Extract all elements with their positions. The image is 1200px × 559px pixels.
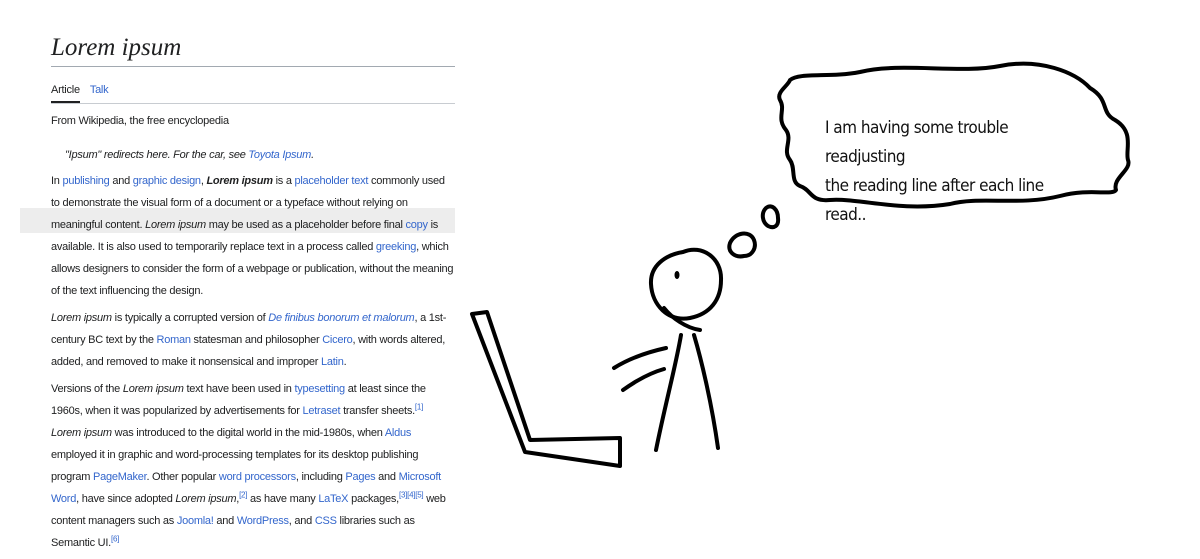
link-toyota-ipsum[interactable]: Toyota Ipsum (248, 149, 311, 161)
page-title: Lorem ipsum (51, 32, 455, 67)
tab-talk[interactable]: Talk (90, 79, 109, 103)
paragraph-3: Versions of the Lorem ipsum text have be… (51, 383, 446, 549)
link-greeking[interactable]: greeking (376, 241, 416, 253)
body-line (654, 333, 683, 452)
tab-article[interactable]: Article (51, 79, 80, 103)
link-publishing[interactable]: publishing (62, 175, 109, 187)
ref-2[interactable]: [2] (239, 490, 247, 499)
paragraph-2: Lorem ipsum is typically a corrupted ver… (51, 312, 447, 368)
link-latex[interactable]: LaTeX (318, 493, 348, 505)
thought-bubble-small-icon (760, 204, 781, 230)
link-cicero[interactable]: Cicero (322, 334, 353, 346)
link-pages[interactable]: Pages (345, 471, 375, 483)
link-aldus[interactable]: Aldus (385, 427, 412, 439)
thought-bubble-medium-icon (727, 231, 757, 259)
paragraph-1: In publishing and graphic design, Lorem … (51, 175, 454, 297)
stick-figure-drawing (470, 61, 1131, 468)
article-tabs: Article Talk (51, 79, 455, 104)
leg-line (692, 333, 720, 450)
head-icon (649, 247, 724, 321)
link-placeholder-text[interactable]: placeholder text (295, 175, 369, 187)
link-copy[interactable]: copy (406, 219, 429, 231)
eye-icon (674, 271, 680, 279)
link-latin[interactable]: Latin (321, 356, 344, 368)
thought-line-2: the reading line after each line read.. (825, 176, 1044, 225)
ref-6[interactable]: [6] (111, 534, 119, 543)
link-roman[interactable]: Roman (157, 334, 191, 346)
link-css[interactable]: CSS (315, 515, 337, 527)
arm-line-upper (612, 346, 668, 370)
ref-1[interactable]: [1] (415, 402, 423, 411)
arm-line-lower (621, 367, 666, 392)
link-joomla[interactable]: Joomla! (177, 515, 214, 527)
thought-text: I am having some trouble readjusting the… (825, 114, 1068, 230)
wikipedia-article: Lorem ipsum Article Talk From Wikipedia,… (51, 22, 455, 559)
link-typesetting[interactable]: typesetting (294, 383, 345, 395)
laptop-icon (470, 310, 622, 468)
link-pagemaker[interactable]: PageMaker (93, 471, 147, 483)
hatnote: "Ipsum" redirects here. For the car, see… (65, 149, 314, 161)
link-de-finibus[interactable]: De finibus bonorum et malorum (268, 312, 414, 324)
bold-term: Lorem ipsum (206, 175, 273, 187)
link-wordpress[interactable]: WordPress (237, 515, 289, 527)
link-word-processors[interactable]: word processors (219, 471, 296, 483)
ref-3-4-5[interactable]: [3][4][5] (399, 490, 424, 499)
link-graphic-design[interactable]: graphic design (133, 175, 201, 187)
tagline: From Wikipedia, the free encyclopedia (51, 115, 229, 127)
link-letraset[interactable]: Letraset (303, 405, 341, 417)
thought-line-1: I am having some trouble readjusting (825, 118, 1009, 167)
